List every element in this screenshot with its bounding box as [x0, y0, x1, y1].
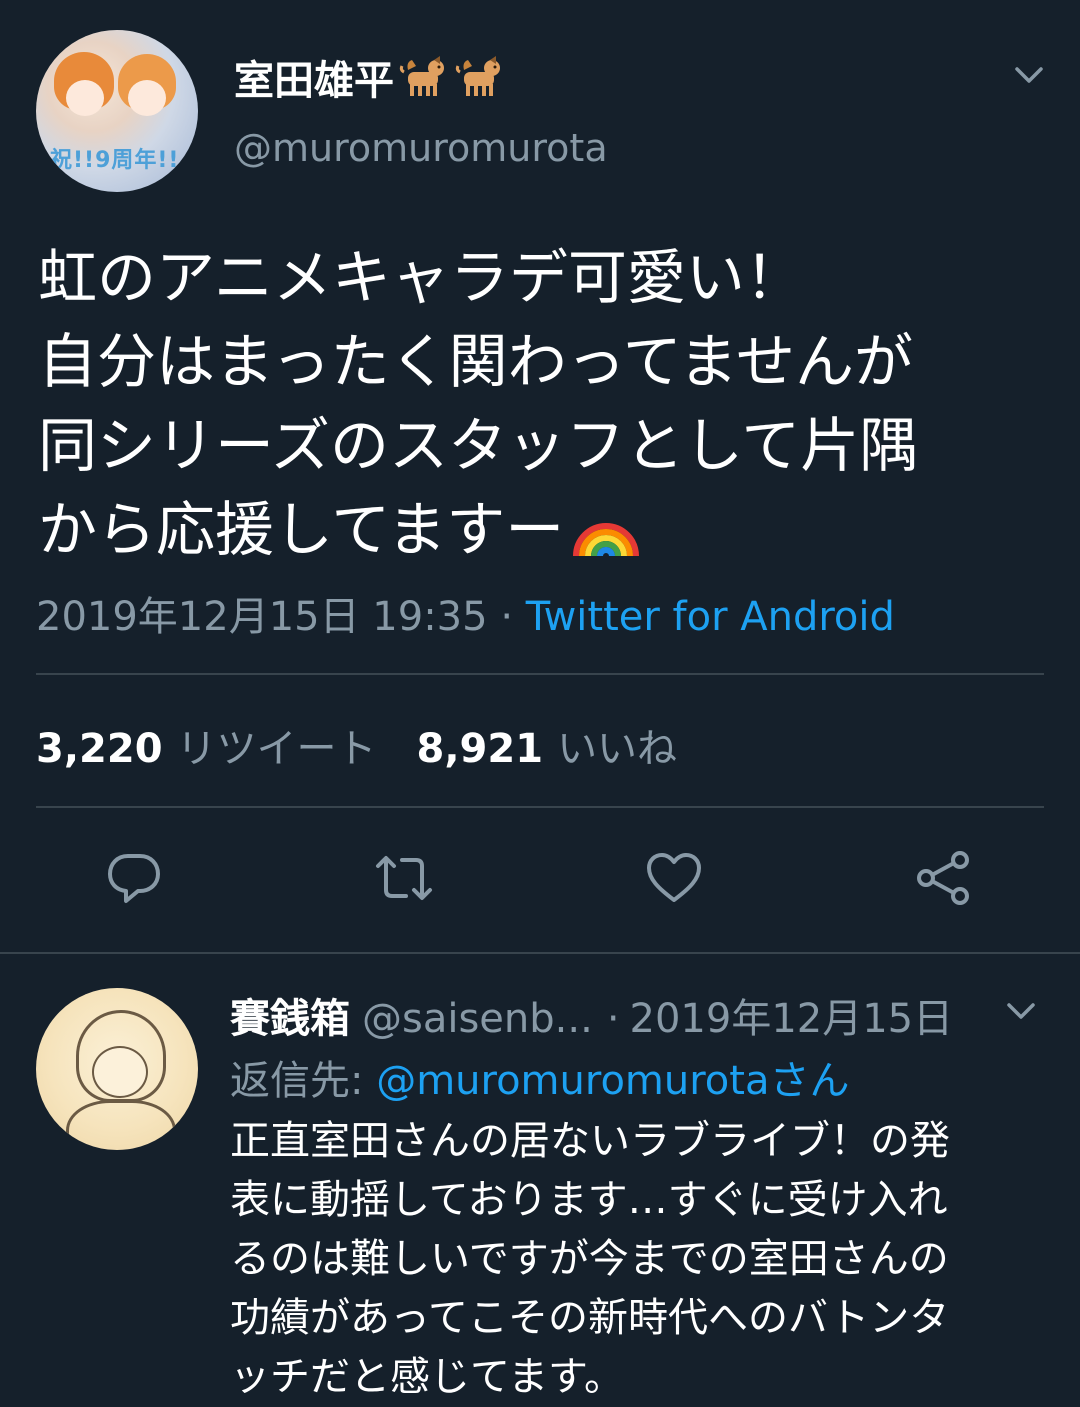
avatar-art-face	[66, 80, 104, 116]
author-display-name[interactable]: 室田雄平	[234, 48, 504, 106]
like-stat[interactable]: 8,921 いいね	[417, 716, 678, 774]
reply-header: 賽銭箱 @saisenb... · 2019年12月15日	[230, 986, 990, 1044]
reply-text-line: ッチだと感じてます。	[230, 1354, 624, 1400]
avatar-art-face	[92, 1046, 148, 1098]
retweet-button[interactable]	[372, 846, 436, 910]
reply-author-name[interactable]: 賽銭箱	[230, 986, 350, 1044]
chevron-down-icon[interactable]	[1012, 58, 1046, 92]
like-label: いいね	[557, 726, 678, 772]
avatar-art-body	[66, 1100, 176, 1150]
retweet-label: リツイート	[176, 726, 377, 772]
author-name-text: 室田雄平	[234, 58, 394, 104]
dog-emoji-icon	[455, 56, 500, 96]
rainbow-emoji-icon	[573, 523, 640, 557]
reply-to-mention[interactable]: @muromuromurotaさん	[376, 1058, 849, 1104]
reply-author-handle[interactable]: @saisenb...	[362, 996, 593, 1042]
tweet-source-link[interactable]: Twitter for Android	[526, 594, 895, 640]
header-separator: ·	[606, 996, 620, 1042]
retweet-icon	[376, 856, 432, 900]
share-icon	[917, 851, 969, 905]
like-icon	[647, 853, 701, 902]
name-emoji-group	[398, 52, 504, 102]
dog-emoji-icon	[399, 56, 444, 96]
reply-text-line: 正直室田さんの居ないラブライブ！の発	[230, 1118, 950, 1164]
tweet-action-bar	[0, 846, 1080, 916]
reply-text-line: 功績があってこその新時代へのバトンタ	[230, 1295, 950, 1341]
like-button[interactable]	[642, 846, 706, 910]
reply-author-avatar[interactable]	[36, 988, 198, 1150]
reply-to-label: 返信先:	[230, 1058, 377, 1104]
retweet-count: 3,220	[36, 726, 163, 772]
tweet-stats: 3,220 リツイート 8,921 いいね	[36, 716, 677, 774]
share-button[interactable]	[912, 846, 976, 910]
main-tweet: 祝!!9周年!! 室田雄平 @muromuromurota 虹のアニメキャラデ可…	[0, 0, 1080, 952]
tweet-text-line: 虹のアニメキャラデ可愛い！	[38, 243, 804, 312]
author-handle[interactable]: @muromuromurota	[234, 126, 608, 170]
tweet-text-line: 自分はまったく関わってませんが	[38, 327, 913, 396]
tweet-meta: 2019年12月15日 19:35 · Twitter for Android	[36, 584, 895, 642]
reply-text-line: るのは難しいですが今までの室田さんの	[230, 1236, 949, 1282]
reply-date: 2019年12月15日	[629, 996, 954, 1042]
tweet-text-line: から応援してますー	[38, 495, 565, 564]
avatar-art-face	[128, 80, 166, 116]
chevron-down-icon[interactable]	[1004, 994, 1038, 1028]
tweet-text-line: 同シリーズのスタッフとして片隅	[38, 411, 919, 480]
reply-button[interactable]	[102, 846, 166, 910]
divider	[36, 806, 1044, 808]
author-avatar[interactable]: 祝!!9周年!!	[36, 30, 198, 192]
retweet-stat[interactable]: 3,220 リツイート	[36, 716, 377, 774]
reply-to-line: 返信先: @muromuromurotaさん	[230, 1048, 849, 1106]
reply-text-line: 表に動揺しております…すぐに受け入れ	[230, 1177, 948, 1223]
reply-tweet[interactable]: 賽銭箱 @saisenb... · 2019年12月15日 返信先: @muro…	[0, 954, 1080, 1400]
avatar-banner-text: 祝!!9周年!!	[50, 148, 180, 173]
tweet-body: 虹のアニメキャラデ可愛い！ 自分はまったく関わってませんが 同シリーズのスタッフ…	[38, 236, 1058, 572]
like-count: 8,921	[416, 726, 544, 772]
reply-icon	[108, 854, 160, 903]
tweet-text-line-last: から応援してますー	[38, 488, 1058, 572]
reply-body: 正直室田さんの居ないラブライブ！の発 表に動揺しております…すぐに受け入れ るの…	[230, 1112, 1050, 1407]
divider	[36, 673, 1044, 675]
meta-separator: ·	[500, 594, 514, 640]
tweet-timestamp: 2019年12月15日 19:35	[36, 594, 488, 640]
